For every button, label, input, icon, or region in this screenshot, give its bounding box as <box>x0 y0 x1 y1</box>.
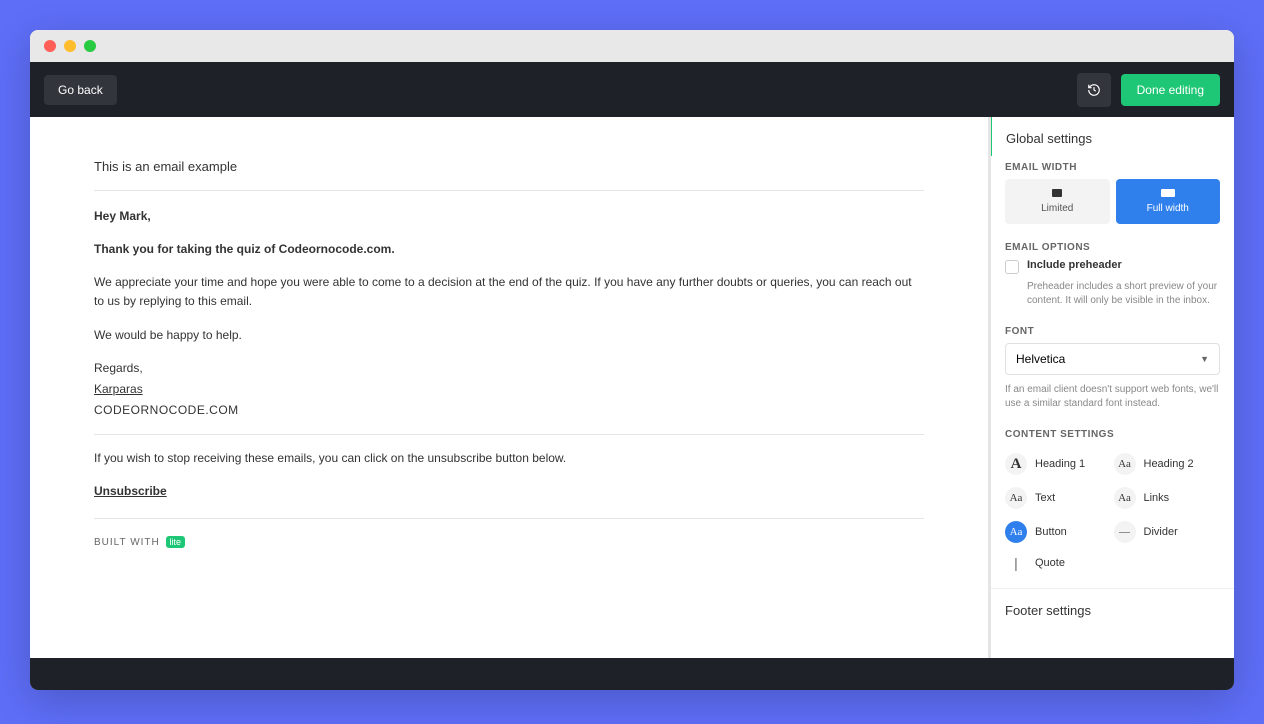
email-width-label: EMAIL WIDTH <box>991 156 1234 179</box>
email-content: This is an email example Hey Mark, Thank… <box>30 117 988 591</box>
heading2-icon: Aa <box>1114 453 1136 475</box>
email-appreciate: We appreciate your time and hope you wer… <box>94 273 924 311</box>
email-title: This is an email example <box>94 157 924 191</box>
cs-divider-label: Divider <box>1144 526 1178 538</box>
cs-text-label: Text <box>1035 492 1055 504</box>
email-happy: We would be happy to help. <box>94 326 924 345</box>
quote-icon: | <box>1005 555 1027 571</box>
history-icon <box>1087 83 1101 97</box>
content-settings-grid: A Heading 1 Aa Heading 2 Aa Text Aa Link… <box>991 446 1234 588</box>
unsubscribe-link[interactable]: Unsubscribe <box>94 482 924 501</box>
mac-titlebar <box>30 30 1234 62</box>
history-button[interactable] <box>1077 73 1111 107</box>
cs-links-label: Links <box>1144 492 1170 504</box>
preheader-checkbox[interactable] <box>1005 260 1019 274</box>
width-full-option[interactable]: Full width <box>1116 179 1221 224</box>
topbar-right: Done editing <box>1077 73 1220 107</box>
cs-heading2[interactable]: Aa Heading 2 <box>1114 450 1221 478</box>
limited-icon <box>1052 189 1062 197</box>
topbar: Go back Done editing <box>30 62 1234 117</box>
go-back-button[interactable]: Go back <box>44 75 117 105</box>
font-note: If an email client doesn't support web f… <box>991 383 1234 423</box>
cs-heading1-label: Heading 1 <box>1035 458 1085 470</box>
minimize-window-dot[interactable] <box>64 40 76 52</box>
done-editing-button[interactable]: Done editing <box>1121 74 1220 106</box>
font-value: Helvetica <box>1016 352 1065 366</box>
built-with: BUILT WITH lite <box>94 518 924 551</box>
email-canvas[interactable]: This is an email example Hey Mark, Thank… <box>30 117 989 658</box>
email-stop-note: If you wish to stop receiving these emai… <box>94 449 924 468</box>
email-width-toggle: Limited Full width <box>991 179 1234 236</box>
email-company: CODEORNOCODE.COM <box>94 401 924 420</box>
workspace: This is an email example Hey Mark, Thank… <box>30 117 1234 658</box>
lite-badge: lite <box>166 536 186 548</box>
width-limited-label: Limited <box>1041 203 1073 214</box>
email-greeting: Hey Mark, <box>94 207 924 226</box>
settings-sidebar: Global settings EMAIL WIDTH Limited Full… <box>989 117 1234 658</box>
global-settings-header[interactable]: Global settings <box>989 117 1234 156</box>
cs-button[interactable]: Aa Button <box>1005 518 1112 546</box>
footer-settings-header[interactable]: Footer settings <box>991 588 1234 632</box>
heading1-icon: A <box>1005 453 1027 475</box>
width-limited-option[interactable]: Limited <box>1005 179 1110 224</box>
cs-quote[interactable]: | Quote <box>1005 552 1112 574</box>
email-options-label: EMAIL OPTIONS <box>991 236 1234 259</box>
close-window-dot[interactable] <box>44 40 56 52</box>
full-width-icon <box>1161 189 1175 197</box>
cs-links[interactable]: Aa Links <box>1114 484 1221 512</box>
email-divider <box>94 434 924 435</box>
cs-divider[interactable]: — Divider <box>1114 518 1221 546</box>
editor-window: Go back Done editing This is an email ex… <box>30 30 1234 690</box>
chevron-down-icon: ▼ <box>1200 354 1209 364</box>
cs-text[interactable]: Aa Text <box>1005 484 1112 512</box>
cs-quote-label: Quote <box>1035 557 1065 569</box>
button-icon: Aa <box>1005 521 1027 543</box>
cs-button-label: Button <box>1035 526 1067 538</box>
email-sender: Karparas <box>94 380 924 399</box>
content-settings-label: CONTENT SETTINGS <box>991 423 1234 446</box>
email-thanks: Thank you for taking the quiz of Codeorn… <box>94 240 924 259</box>
font-select[interactable]: Helvetica ▼ <box>1005 343 1220 375</box>
preheader-label: Include preheader <box>1027 259 1122 271</box>
email-body: Hey Mark, Thank you for taking the quiz … <box>94 207 924 551</box>
email-regards: Regards, <box>94 359 924 378</box>
links-icon: Aa <box>1114 487 1136 509</box>
maximize-window-dot[interactable] <box>84 40 96 52</box>
preheader-row[interactable]: Include preheader <box>991 259 1234 280</box>
cs-heading1[interactable]: A Heading 1 <box>1005 450 1112 478</box>
divider-icon: — <box>1114 521 1136 543</box>
text-icon: Aa <box>1005 487 1027 509</box>
built-with-label: BUILT WITH <box>94 537 160 548</box>
font-label: FONT <box>991 320 1234 343</box>
preheader-desc: Preheader includes a short preview of yo… <box>991 280 1234 320</box>
cs-heading2-label: Heading 2 <box>1144 458 1194 470</box>
width-full-label: Full width <box>1147 203 1189 214</box>
bottom-bar <box>30 658 1234 690</box>
